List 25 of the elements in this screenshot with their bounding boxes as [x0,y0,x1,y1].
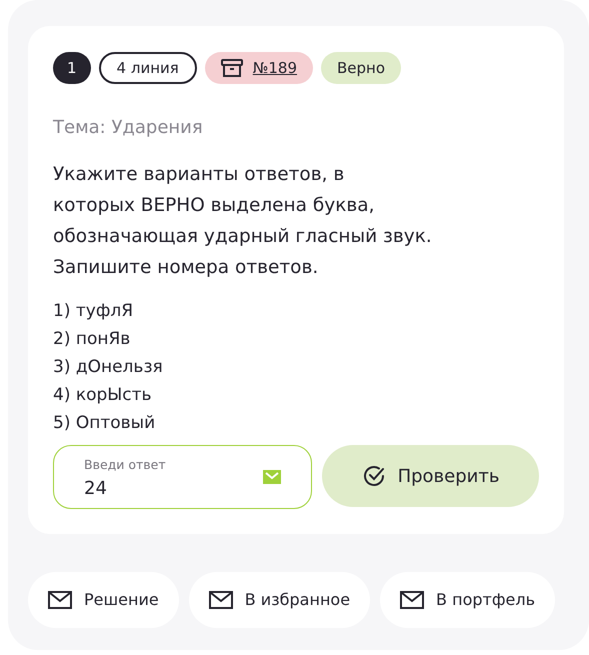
envelope-icon [400,591,424,609]
task-number-link[interactable]: №189 [252,56,298,80]
answer-option: 5) Оптовый [53,409,539,437]
question-text: обозначающая ударный гласный звук. [53,225,433,249]
envelope-icon [263,470,281,484]
envelope-icon [208,591,233,609]
question-text: Запишите номера ответов. [53,256,320,280]
check-button[interactable]: Проверить [322,445,539,507]
field-label: Введи ответ [84,458,166,472]
solution-button[interactable]: Решение [28,572,179,628]
answer-option: 2) понЯв [53,325,539,353]
portfolio-button[interactable]: В портфель [380,572,556,628]
envelope-icon [48,591,72,609]
topic-label: Тема: Ударения [53,116,204,140]
archive-box-icon [220,59,243,77]
check-circle-icon [362,464,386,488]
line-badge: 4 линия [98,52,197,84]
status-badge: Верно [321,52,402,84]
question-text: которых ВЕРНО выделена буква, [53,194,376,218]
answer-option: 4) корЫсть [53,381,539,409]
answer-option: 3) дОнельзя [53,353,539,381]
number-badge: 1 [53,52,91,84]
question-text: Укажите варианты ответов, в [53,163,346,187]
favorite-button[interactable]: В избранное [188,572,370,628]
answer-option: 1) туфлЯ [53,297,539,325]
